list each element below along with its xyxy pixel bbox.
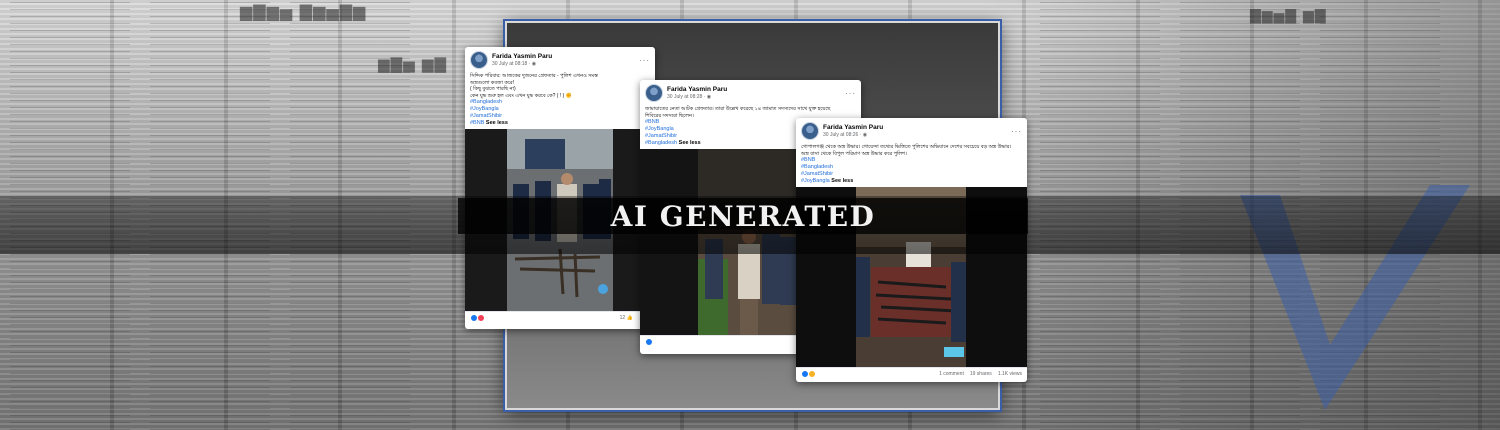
- post-author[interactable]: Farida Yasmin Paru: [823, 124, 883, 132]
- hashtag-link[interactable]: #Bangladesh: [465, 99, 655, 106]
- globe-icon: ◉: [531, 61, 537, 67]
- post-text: সিদ্দিক পরিবার: আজকের দুজনের গ্রেফতার - …: [465, 73, 655, 99]
- reactions[interactable]: [470, 314, 485, 322]
- ai-generated-label: AI GENERATED: [610, 199, 876, 233]
- more-options-icon[interactable]: ···: [845, 89, 856, 98]
- ai-generated-label-box: AI GENERATED: [458, 198, 1028, 234]
- more-options-icon[interactable]: ···: [1011, 127, 1022, 136]
- love-icon: [477, 314, 485, 322]
- hashtag-link[interactable]: #BNB: [796, 157, 1027, 164]
- hashtag-link[interactable]: #JoyBangla: [465, 106, 655, 113]
- post-text: গোপালগঞ্জ থেকে অস্ত্র উদ্ধার। গোয়েন্দা …: [796, 144, 1027, 157]
- post-date[interactable]: 30 July at 08:28: [667, 94, 702, 100]
- post-header: Farida Yasmin Paru 30 July at 08:28 · ◉ …: [640, 80, 861, 106]
- post-text-line: গোপালগঞ্জ থেকে অস্ত্র উদ্ধার। গোয়েন্দা …: [801, 144, 1012, 150]
- avatar[interactable]: [645, 84, 663, 102]
- see-less-link[interactable]: See less: [831, 178, 853, 184]
- post-header: Farida Yasmin Paru 30 July at 08:18 · ◉ …: [465, 47, 655, 73]
- share-count[interactable]: 19 shares: [970, 371, 992, 377]
- post-author[interactable]: Farida Yasmin Paru: [492, 53, 552, 61]
- haha-icon: [808, 370, 816, 378]
- hashtag-link[interactable]: #Bangladesh: [796, 164, 1027, 171]
- avatar[interactable]: [801, 122, 819, 140]
- post-header: Farida Yasmin Paru 30 July at 08:26 · ◉ …: [796, 118, 1027, 144]
- hashtag-link[interactable]: #JamatShibir: [465, 113, 655, 120]
- hashtag-link[interactable]: #JoyBangla: [801, 178, 830, 184]
- facebook-post: Farida Yasmin Paru 30 July at 08:18 · ◉ …: [465, 47, 655, 329]
- see-less-link[interactable]: See less: [679, 140, 701, 146]
- reactions[interactable]: [645, 338, 653, 346]
- post-date[interactable]: 30 July at 08:26: [823, 132, 858, 138]
- more-options-icon[interactable]: ···: [639, 56, 650, 65]
- globe-icon: ◉: [706, 94, 712, 100]
- reactions[interactable]: [801, 370, 816, 378]
- hashtag-link[interactable]: #Bangladesh: [645, 140, 677, 146]
- see-less-link[interactable]: See less: [486, 120, 508, 126]
- post-footer: 12 👍 ↗ 47: [465, 311, 655, 324]
- like-icon: [645, 338, 653, 346]
- reaction-count[interactable]: 12 👍: [620, 315, 633, 321]
- post-author[interactable]: Farida Yasmin Paru: [667, 86, 727, 94]
- comment-count[interactable]: 1 comment: [939, 371, 964, 377]
- avatar[interactable]: [470, 51, 488, 69]
- view-count[interactable]: 1.1K views: [998, 371, 1022, 377]
- post-text-line: জামায়াতের নেতা আটক গ্রেফতার। তারা উল্লে…: [645, 106, 831, 112]
- post-footer: 1 comment 19 shares 1.1K views: [796, 367, 1027, 380]
- hashtag-link[interactable]: #BNB: [470, 120, 484, 126]
- post-date[interactable]: 30 July at 08:18: [492, 61, 527, 67]
- globe-icon: ◉: [862, 132, 868, 138]
- newspaper-headline-decoration: ▆▇▅ ▆▇: [378, 55, 447, 73]
- newspaper-headline-decoration: ▆▇▆▅ ▇▆▅▇▆: [240, 2, 367, 21]
- hashtag-link[interactable]: #JamatShibir: [796, 171, 1027, 178]
